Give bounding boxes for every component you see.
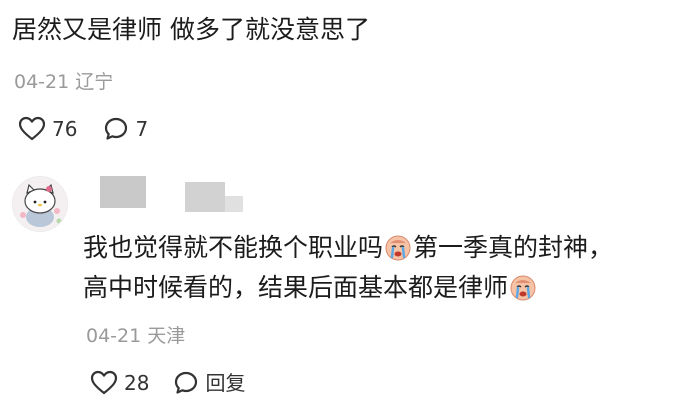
reply-meta: 04-21 天津	[86, 323, 185, 349]
crying-face-emoji	[384, 234, 412, 262]
blurred-username-part	[225, 196, 243, 212]
blurred-username-part	[185, 182, 225, 212]
reply-text: 我也觉得就不能换个职业吗 第一季真的封神， 高中时候看的，结果后面基本都是律师	[83, 228, 673, 308]
comment-bubble-icon	[173, 370, 199, 396]
like-button[interactable]: 28	[90, 370, 149, 396]
comment-actions: 76 7	[18, 116, 148, 142]
reply-actions: 28 回复	[90, 370, 245, 396]
reply-label: 回复	[205, 371, 246, 395]
comment-text: 居然又是律师 做多了就没意思了	[12, 15, 370, 44]
like-count: 28	[124, 371, 150, 395]
heart-icon	[90, 370, 118, 396]
reply-location: 天津	[147, 325, 186, 347]
crying-face-emoji	[509, 274, 537, 302]
heart-icon	[18, 116, 46, 142]
reply-text-line-1: 我也觉得就不能换个职业吗 第一季真的封神，	[83, 233, 614, 262]
comment-meta: 04-21 辽宁	[14, 69, 113, 95]
like-count: 76	[52, 117, 78, 141]
reply-date: 04-21	[86, 325, 142, 347]
reply-count: 7	[135, 117, 149, 141]
avatar[interactable]	[12, 176, 68, 232]
comment-date: 04-21	[14, 71, 70, 93]
comment-bubble-icon	[103, 116, 129, 142]
reply-count-button[interactable]: 7	[103, 116, 148, 142]
blurred-username	[100, 176, 146, 208]
reply-button[interactable]: 回复	[173, 370, 245, 396]
like-button[interactable]: 76	[18, 116, 77, 142]
reply-text-line-2: 高中时候看的，结果后面基本都是律师	[83, 268, 673, 308]
hello-kitty-avatar	[13, 177, 67, 231]
comment-location: 辽宁	[75, 71, 114, 93]
